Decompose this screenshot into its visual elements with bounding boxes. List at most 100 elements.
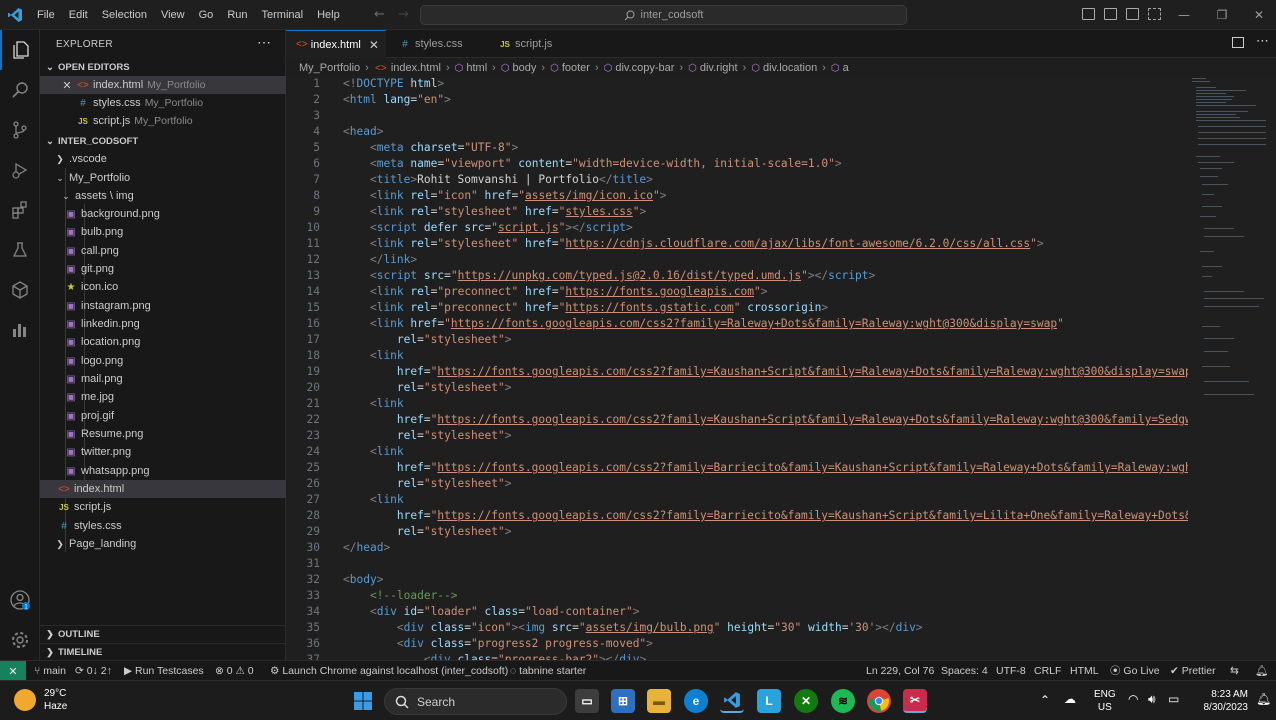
onedrive-cloud-icon[interactable]: ☁	[1064, 692, 1076, 706]
close-icon[interactable]: ✕	[369, 38, 379, 52]
tree-file[interactable]: ▣ bulb.png	[40, 223, 286, 241]
tabnine-status[interactable]: ◌ tabnine starter	[510, 661, 586, 681]
branch-indicator[interactable]: ⑂ main	[34, 661, 66, 681]
snipping-tool-icon[interactable]: ✂	[903, 689, 927, 713]
tree-file[interactable]: ▣ proj.gif	[40, 407, 286, 425]
menu-view[interactable]: View	[154, 0, 192, 30]
breadcrumb-item[interactable]: div.location	[763, 62, 817, 74]
editor-scrollbar[interactable]	[1268, 76, 1276, 660]
testing-flask-icon[interactable]	[0, 230, 40, 270]
notifications-bell-icon[interactable]: 🔔︎	[1255, 661, 1268, 681]
menu-terminal[interactable]: Terminal	[255, 0, 311, 30]
tab-styles-css[interactable]: # styles.css	[388, 30, 484, 58]
split-editor-icon[interactable]	[1232, 37, 1244, 48]
problems-indicator[interactable]: ⊗ 0 ⚠ 0	[215, 661, 254, 681]
search-icon[interactable]	[0, 70, 40, 110]
edge-browser-icon[interactable]: e	[684, 689, 708, 713]
breadcrumb-item[interactable]: body	[513, 62, 537, 74]
tree-file[interactable]: ▣ background.png	[40, 205, 286, 223]
cursor-position[interactable]: Ln 229, Col 76	[866, 661, 934, 681]
more-actions-icon[interactable]: ⋯	[1256, 34, 1269, 49]
breadcrumb-item[interactable]: My_Portfolio	[299, 62, 360, 74]
tree-file[interactable]: ▣ Resume.png	[40, 425, 286, 443]
clock[interactable]: 8:23 AM 8/30/2023	[1196, 688, 1249, 714]
indentation[interactable]: Spaces: 4	[941, 661, 988, 681]
remote-explorer-icon[interactable]	[0, 270, 40, 310]
account-icon[interactable]: 1	[0, 580, 40, 620]
tree-file[interactable]: ★ icon.ico	[40, 278, 286, 296]
wifi-icon[interactable]: ◠	[1128, 692, 1138, 706]
open-editor-item[interactable]: JS script.js My_Portfolio	[40, 112, 286, 130]
menu-go[interactable]: Go	[192, 0, 221, 30]
notification-center-icon[interactable]: 🔔︎	[1256, 692, 1271, 706]
explorer-icon[interactable]	[0, 30, 40, 70]
timeline-header[interactable]: ❯ TIMELINE	[40, 643, 286, 661]
tree-file[interactable]: ▣ git.png	[40, 260, 286, 278]
taskbar-search[interactable]: Search	[384, 688, 567, 715]
run-testcases-button[interactable]: ▶ Run Testcases	[124, 661, 204, 681]
tree-folder-vscode[interactable]: ❯ .vscode	[40, 150, 286, 168]
tree-file[interactable]: ▣ mail.png	[40, 370, 286, 388]
toggle-panel-icon[interactable]	[1104, 8, 1117, 20]
maximize-icon[interactable]: ❐	[1203, 0, 1241, 30]
tree-file[interactable]: ▣ whatsapp.png	[40, 462, 286, 480]
tree-file-active[interactable]: <> index.html	[40, 480, 286, 498]
tree-file[interactable]: # styles.css	[40, 517, 286, 535]
spotify-icon[interactable]: ≋	[831, 689, 855, 713]
breadcrumb-item[interactable]: a	[843, 62, 849, 74]
back-arrow-icon[interactable]: ←	[374, 7, 385, 22]
open-editor-item[interactable]: # styles.css My_Portfolio	[40, 94, 286, 112]
tree-file[interactable]: ▣ call.png	[40, 242, 286, 260]
battery-icon[interactable]: ▭	[1168, 692, 1179, 706]
run-debug-icon[interactable]	[0, 150, 40, 190]
launch-config-button[interactable]: ⚙ Launch Chrome against localhost (inter…	[270, 661, 508, 681]
menu-run[interactable]: Run	[220, 0, 254, 30]
minimize-icon[interactable]: —	[1165, 0, 1203, 30]
tab-index-html[interactable]: <> index.html ✕	[286, 30, 386, 58]
language-mode[interactable]: HTML	[1070, 661, 1099, 681]
breadcrumb-item[interactable]: div.copy-bar	[615, 62, 674, 74]
open-editor-item[interactable]: ✕ <> index.html My_Portfolio	[40, 76, 286, 94]
close-window-icon[interactable]: ✕	[1240, 0, 1276, 30]
breadcrumb-item[interactable]: footer	[562, 62, 590, 74]
tree-file[interactable]: ▣ instagram.png	[40, 297, 286, 315]
tree-folder-page-landing[interactable]: ❯ Page_landing	[40, 535, 286, 553]
microsoft-store-icon[interactable]: ⊞	[611, 689, 635, 713]
toggle-sidebar-icon[interactable]	[1082, 8, 1095, 20]
toggle-secondary-sidebar-icon[interactable]	[1126, 8, 1139, 20]
breadcrumb-item[interactable]: html	[466, 62, 487, 74]
encoding[interactable]: UTF-8	[996, 661, 1026, 681]
task-view-icon[interactable]: ▭	[575, 689, 599, 713]
tree-file[interactable]: ▣ linkedin.png	[40, 315, 286, 333]
language-indicator[interactable]: ENG US	[1094, 688, 1116, 714]
chrome-icon[interactable]	[867, 689, 891, 713]
customize-layout-icon[interactable]	[1148, 8, 1161, 20]
minimap[interactable]	[1188, 76, 1268, 660]
sync-status[interactable]: ⟳ 0↓ 2↑	[75, 661, 112, 681]
command-center-search[interactable]: inter_codsoft	[420, 5, 907, 25]
more-actions-icon[interactable]: ⋯	[257, 34, 271, 51]
go-live-button[interactable]: ⦿ Go Live	[1110, 661, 1160, 681]
show-hidden-icons-icon[interactable]: ⌃	[1040, 693, 1050, 707]
settings-gear-icon[interactable]	[0, 620, 40, 660]
workspace-header[interactable]: ⌄ INTER_CODSOFT	[40, 132, 286, 150]
breadcrumb-item[interactable]: div.right	[700, 62, 738, 74]
volume-icon[interactable]: 🔊︎	[1148, 692, 1156, 707]
menu-file[interactable]: File	[30, 0, 62, 30]
menu-selection[interactable]: Selection	[95, 0, 154, 30]
tree-file[interactable]: ▣ location.png	[40, 333, 286, 351]
xbox-icon[interactable]: ✕	[794, 689, 818, 713]
weather-widget[interactable]: 29°C Haze	[14, 687, 67, 713]
windows-start-icon[interactable]	[351, 689, 375, 713]
forward-arrow-icon[interactable]: →	[398, 7, 409, 22]
tree-folder-assets-img[interactable]: ⌄ assets \ img	[40, 187, 286, 205]
breadcrumb-item[interactable]: index.html	[391, 62, 441, 74]
file-explorer-icon[interactable]: ▬	[647, 689, 671, 713]
tree-file[interactable]: ▣ me.jpg	[40, 388, 286, 406]
prettier-status[interactable]: ✔ Prettier	[1170, 661, 1216, 681]
open-editors-header[interactable]: ⌄ OPEN EDITORS	[40, 58, 286, 76]
end-of-line[interactable]: CRLF	[1034, 661, 1061, 681]
charts-icon[interactable]	[0, 310, 40, 350]
tree-file[interactable]: JS script.js	[40, 498, 286, 516]
menu-help[interactable]: Help	[310, 0, 347, 30]
